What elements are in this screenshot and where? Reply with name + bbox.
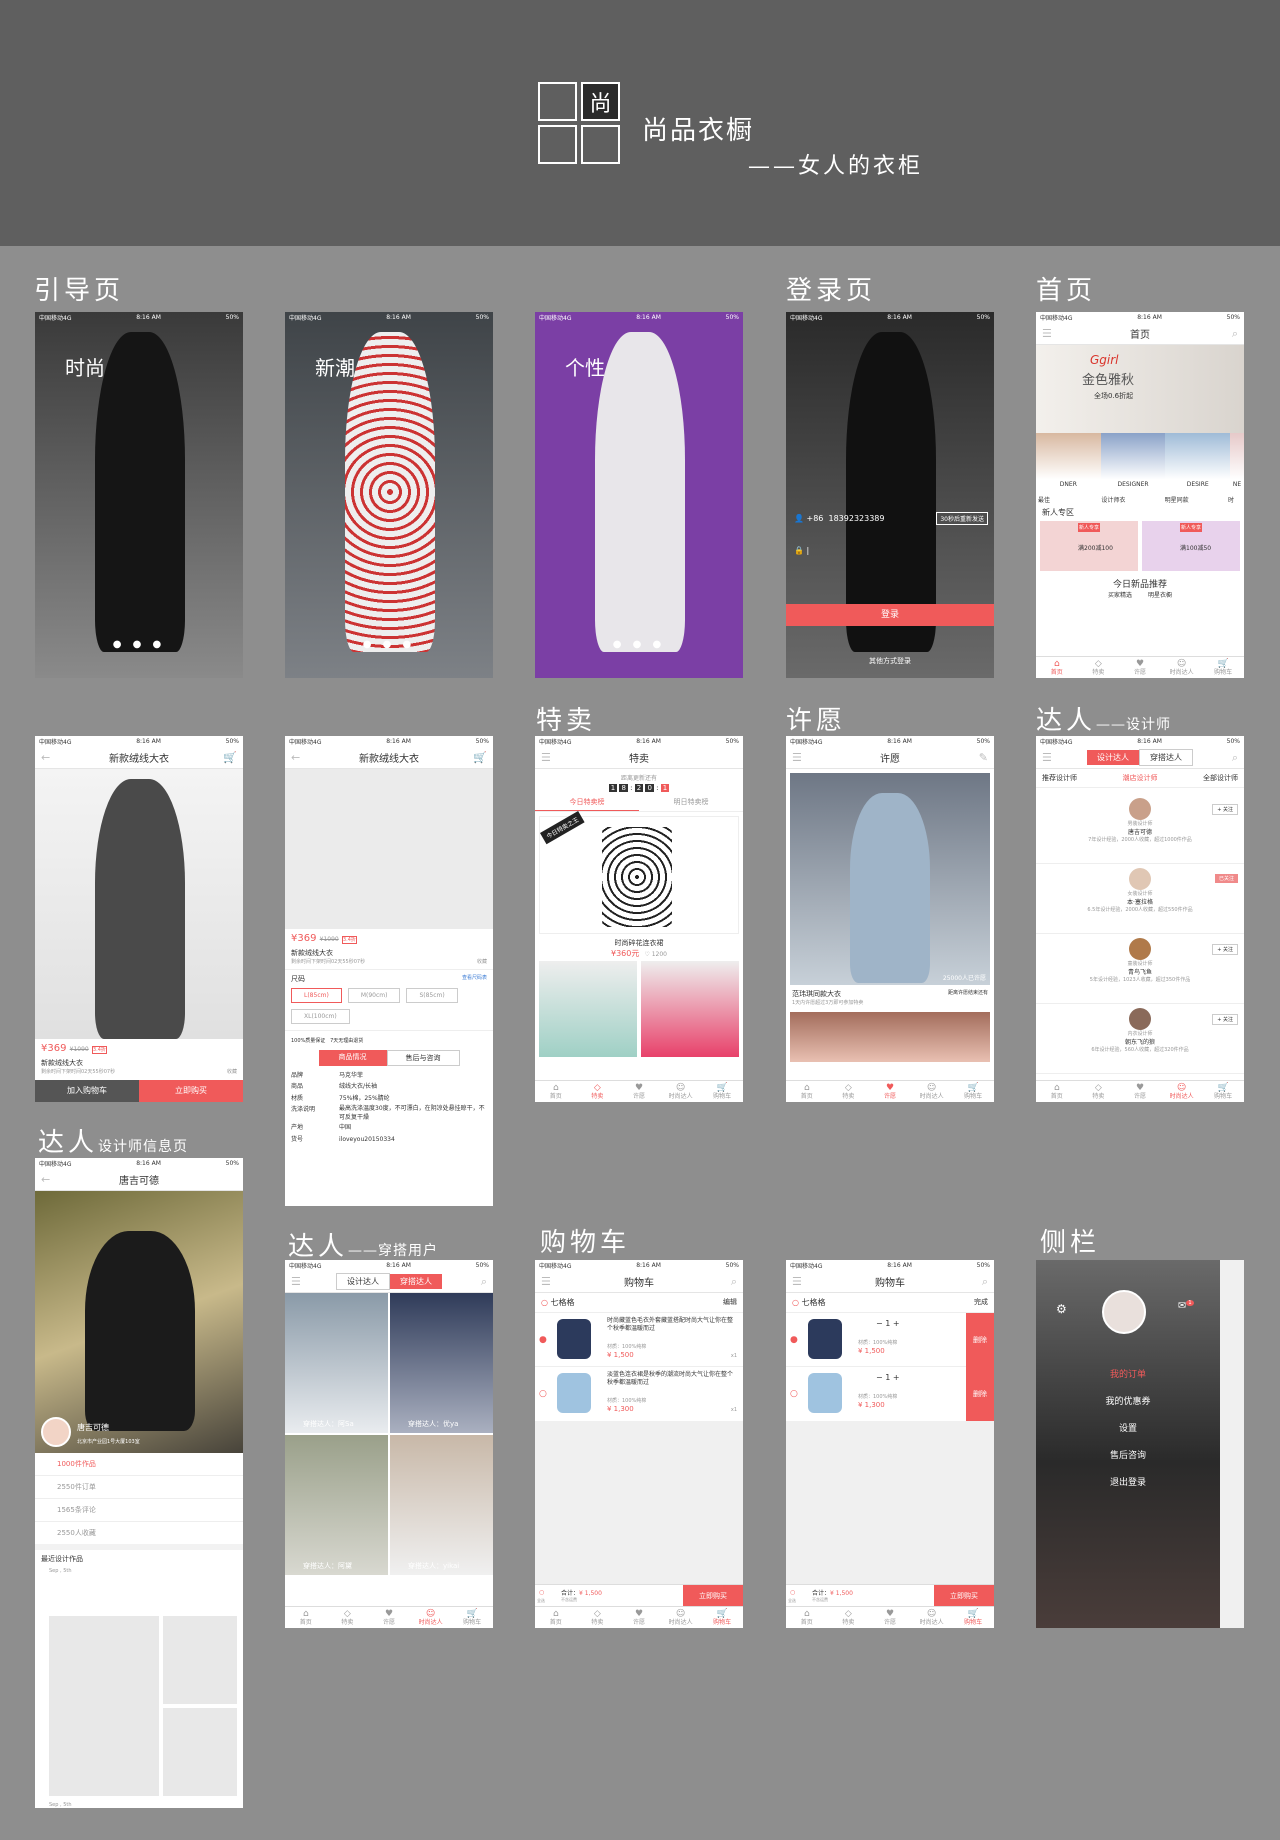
login-button[interactable]: 登录 (786, 604, 994, 626)
list-item[interactable]: 男装设计师 唐吉可德 7年设计经验，2000人收藏，超过1000件作品 + 关注 (1036, 798, 1244, 864)
tab-tomorrow-sale[interactable]: 明日特卖榜 (639, 794, 743, 811)
list-item[interactable]: 童装设计师 青鸟飞鱼 5年设计经验，1023人收藏，超过350件作品 + 关注 (1036, 938, 1244, 1004)
fav-button[interactable]: 收藏 (227, 1068, 237, 1075)
pen-icon[interactable]: ✎ (979, 751, 988, 764)
guide-screen-2[interactable]: 中国移动4G 8:16 AM 50% 新潮 ● ● ● (285, 312, 493, 678)
tab-after-sale[interactable]: 售后与咨询 (386, 1050, 460, 1066)
new-user-promos[interactable]: 新人专享 满200减100 新人专享 满100减50 (1036, 521, 1244, 571)
guide-word-2: 新潮 (315, 356, 355, 380)
tab-outfit[interactable]: 穿搭达人 (1139, 749, 1193, 766)
section-guide: 引导页 (34, 276, 125, 306)
login-screen: 中国移动4G 8:16 AM 50% 👤 +86 18392323389 30秒后重… (786, 312, 994, 678)
section-outfit: 达人——穿搭用户 (288, 1232, 439, 1262)
sidebar-item-coupons[interactable]: 我的优惠券 (1036, 1387, 1220, 1414)
section-sale: 特卖 (536, 706, 597, 736)
edit-button[interactable]: 编辑 (723, 1297, 737, 1307)
profile-stats[interactable]: 1000件作品 2550件订单 1565条评论 2550人收藏 (35, 1453, 243, 1550)
section-designer-info: 达人设计师信息页 (38, 1128, 189, 1158)
send-code-button[interactable]: 30秒后重新发送 (936, 512, 988, 525)
cart-edit-screen: 中国移动4G 8:16 AM 50% ☰ 购物车 ⌕ ○ 七格格 完成 ● − 1 + 材… (786, 1260, 994, 1628)
cart-item[interactable]: ○ − 1 + 材质：100%纯棉 ¥ 1,300 删除 (786, 1367, 994, 1421)
designer-profile-screen: 中国移动4G 8:16 AM 50% ← 唐吉可德 唐吉可德 北京市产业园1号大厦10… (35, 1158, 243, 1808)
profile-cover: 唐吉可德 北京市产业园1号大厦103室 (35, 1191, 243, 1453)
countdown-clock: 1 8 : 2 0 : 1 (608, 784, 670, 792)
search-icon[interactable]: ⌕ (1232, 327, 1238, 341)
sidebar-item-settings[interactable]: 设置 (1036, 1414, 1220, 1441)
quantity-stepper[interactable]: − 1 + (876, 1319, 900, 1328)
checkout-button[interactable]: 立即购买 (683, 1585, 743, 1607)
tab-info[interactable]: 商品情况 (318, 1050, 387, 1066)
brand-name: 尚品衣橱 (642, 116, 755, 146)
product-photo[interactable] (35, 769, 243, 1039)
wish-screen: 中国移动4G 8:16 AM 50% ☰ 许愿 ✎ 25000人已许愿 范玮琪同款大衣距… (786, 736, 994, 1102)
wish-photo[interactable]: 25000人已许愿 (790, 773, 990, 985)
outfit-grid[interactable]: 穿搭达人：阿Sa 穿搭达人：优ya 穿搭达人：阿黛 穿搭达人：yikai (285, 1293, 493, 1575)
design-work[interactable] (49, 1616, 159, 1796)
spec-table: 品牌 马克华菲 商品 绒线大衣/长袖 材质 75%棉，25%腈纶 洗涤说明 最高洗涤温度… (291, 1072, 485, 1143)
delete-button[interactable]: 删除 (966, 1313, 994, 1367)
section-designer: 达人——设计师 (1036, 706, 1172, 736)
followed-button[interactable]: 已关注 (1214, 874, 1238, 883)
guide-screen-1[interactable]: 中国移动4G 8:16 AM 50% 时尚 ● ● ● (35, 312, 243, 678)
cart-icon[interactable]: 🛒 (223, 751, 237, 764)
gear-icon[interactable]: ⚙ (1056, 1302, 1067, 1316)
follow-button[interactable]: + 关注 (1212, 804, 1238, 815)
sidebar-item-support[interactable]: 售后咨询 (1036, 1441, 1220, 1468)
mail-icon[interactable]: ✉ 1 (1178, 1300, 1194, 1311)
sidebar-menu[interactable]: 我的订单 我的优惠券 设置 售后咨询 退出登录 (1036, 1360, 1220, 1495)
outfit-screen: 中国移动4G 8:16 AM 50% ☰ 设计达人 穿搭达人 ⌕ 穿搭达人：阿Sa 穿… (285, 1260, 493, 1628)
done-button[interactable]: 完成 (974, 1297, 988, 1307)
home-title: 首页 (1130, 330, 1150, 341)
today-new-title: 今日新品推荐 (1112, 580, 1167, 590)
size-chart-link[interactable]: 查看尺码表 (462, 974, 487, 981)
login-phone-field[interactable]: 👤 +86 18392323389 (794, 514, 885, 523)
tab-bar[interactable]: ⌂ 首页 ◇ 特卖 ♥ 许愿 ☺ 时尚达人 🛒 购物车 (1036, 656, 1244, 678)
guide-word-1: 时尚 (65, 356, 105, 380)
section-login: 登录页 (786, 276, 877, 306)
sale-top-item[interactable]: 今日特卖之王 (539, 810, 739, 934)
size-options[interactable]: L(85cm) M(90cm) S(85cm) XL(100cm) (285, 988, 493, 1024)
other-login-link[interactable]: 其他方式登录 (786, 656, 994, 666)
brand-strip[interactable]: DNER DESIGNER DESIRE NE (1036, 433, 1244, 495)
guide-word-3: 个性 (565, 356, 605, 380)
cart-item[interactable]: ● − 1 + 材质：100%纯棉 ¥ 1,500 删除 (786, 1313, 994, 1367)
list-item[interactable]: 女装设计师 本·塞拉格 6.5年设计经验，2000人收藏，超过550件作品 已关注 (1036, 868, 1244, 934)
product-detail-screen: 中国移动4G 8:16 AM 50% ← 新款绒线大衣 🛒 ¥369 ¥1090 3.4… (35, 736, 243, 1102)
list-item[interactable]: 内衣设计师 朝东飞的狼 6年设计经验，560人收藏，超过320件作品 + 关注 (1036, 1008, 1244, 1074)
sidebar-item-logout[interactable]: 退出登录 (1036, 1468, 1220, 1495)
tab-today-sale[interactable]: 今日特卖榜 (535, 794, 639, 811)
pager-dots[interactable]: ● ● ● (35, 639, 243, 650)
avatar[interactable] (41, 1417, 71, 1447)
cart-screen: 中国移动4G 8:16 AM 50% ☰ 购物车 ⌕ ○ 七格格 编辑 ● 时尚藏蓝色毛衣… (535, 1260, 743, 1628)
brand-tagline: ——女人的衣柜 (748, 154, 924, 179)
section-cart: 购物车 (540, 1228, 631, 1258)
tab-designer[interactable]: 设计达人 (1087, 750, 1139, 765)
cart-item[interactable]: ○ 淡蓝色连衣裙是秋季的潮流时尚大气让你在整个秋季都温暖而过 材质：100%纯棉… (535, 1367, 743, 1421)
home-screen: 中国移动4G 8:16 AM 50% ☰ 首页 ⌕ Ggirl 金色雅秋 全场0.6折起… (1036, 312, 1244, 678)
designer-list-screen: 中国移动4G 8:16 AM 50% ☰ 设计达人 穿搭达人 ⌕ 推荐设计师 潮店设计师… (1036, 736, 1244, 1102)
section-side: 侧栏 (1040, 1228, 1101, 1258)
user-icon: 👤 (794, 514, 807, 523)
sale-screen: 中国移动4G 8:16 AM 50% ☰ 特卖 距离更新还有 1 8 : 2 0 : … (535, 736, 743, 1102)
new-user-zone-title: 新人专区 (1042, 508, 1074, 517)
back-icon[interactable]: ← (41, 751, 50, 764)
product-detail-info-screen: 中国移动4G 8:16 AM 50% ← 新款绒线大衣 🛒 ¥369 ¥1090 3.4… (285, 736, 493, 1206)
home-banner[interactable]: Ggirl 金色雅秋 全场0.6折起 (1036, 345, 1244, 433)
sidebar-item-orders[interactable]: 我的订单 (1036, 1360, 1220, 1387)
sidebar-screen: 中国移动4G8:16 AM50% ⚙ ✉1 我的订单 我的优惠券 设置 售后咨询… (1036, 1260, 1244, 1628)
lock-icon: 🔒 | (794, 546, 810, 555)
avatar[interactable] (1102, 1290, 1146, 1334)
cart-item[interactable]: ● 时尚藏蓝色毛衣外套藏蓝搭配时尚大气让你在整个秋季都温暖而过 材质：100%纯… (535, 1313, 743, 1367)
menu-icon[interactable]: ☰ (1042, 327, 1052, 340)
brand-logo: 尚 (538, 82, 620, 164)
guide-screen-3[interactable]: 中国移动4G 8:16 AM 50% 个性 ● ● ● (535, 312, 743, 678)
page-header: 尚 尚品衣橱 ——女人的衣柜 (0, 0, 1280, 246)
buy-now-button[interactable]: 立即购买 (139, 1080, 243, 1102)
add-cart-button[interactable]: 加入购物车 (35, 1080, 139, 1102)
section-wish: 许愿 (786, 706, 847, 736)
section-home: 首页 (1036, 276, 1097, 306)
